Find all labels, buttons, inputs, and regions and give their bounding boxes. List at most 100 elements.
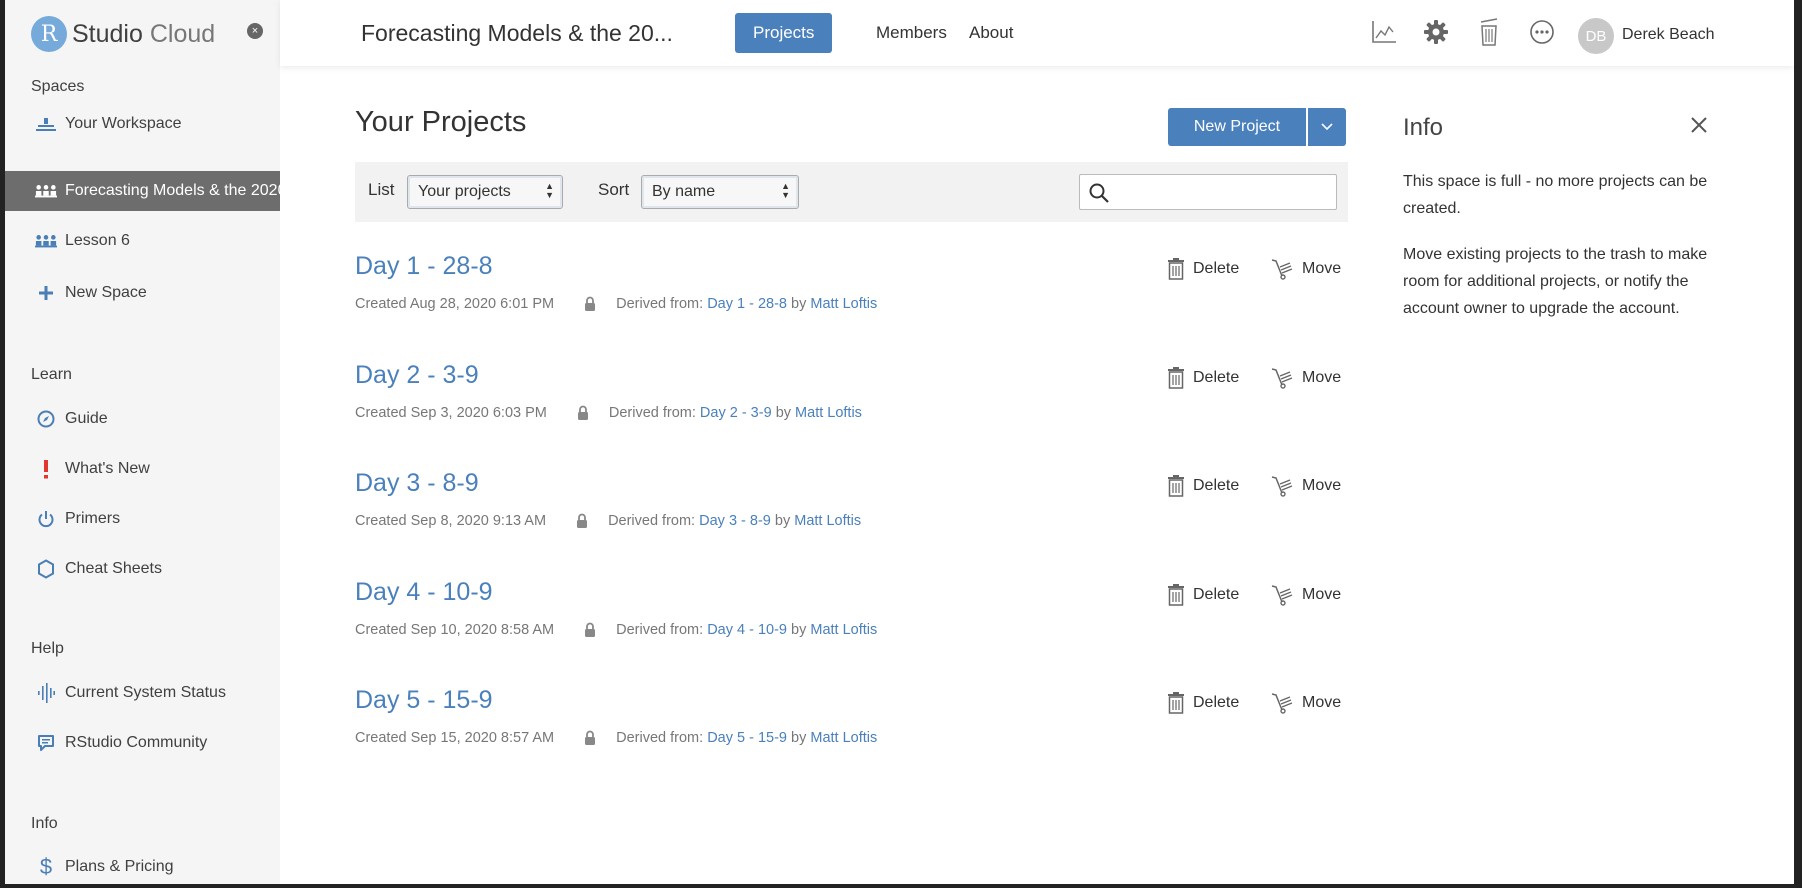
search-input[interactable] bbox=[1079, 174, 1337, 210]
project-meta: Created Aug 28, 2020 6:01 PM Derived fro… bbox=[355, 296, 877, 312]
project-title-link[interactable]: Day 5 - 15-9 bbox=[355, 686, 493, 715]
author-link[interactable]: Matt Loftis bbox=[795, 405, 862, 421]
move-button[interactable]: Move bbox=[1270, 584, 1341, 606]
lock-icon bbox=[584, 296, 596, 312]
sidebar-item-label: Forecasting Models & the 2020 bbox=[65, 182, 280, 199]
delete-button[interactable]: Delete bbox=[1167, 367, 1239, 389]
list-select[interactable]: Your projects ▲ ▼ bbox=[407, 175, 563, 209]
sidebar-item-rstudio-community[interactable]: RStudio Community bbox=[5, 723, 280, 763]
more-options-icon[interactable] bbox=[1527, 17, 1557, 47]
sidebar-item-guide[interactable]: Guide bbox=[5, 399, 280, 439]
move-button[interactable]: Move bbox=[1270, 367, 1341, 389]
dollar-icon: $ bbox=[39, 854, 53, 879]
chevron-down-icon bbox=[1321, 123, 1333, 131]
derived-label: Derived from: bbox=[616, 296, 704, 312]
move-button[interactable]: Move bbox=[1270, 258, 1341, 280]
project-row: Day 1 - 28-8 Created Aug 28, 2020 6:01 P… bbox=[355, 252, 1348, 352]
pulse-icon bbox=[35, 683, 57, 703]
brand[interactable]: R Studio Cloud bbox=[31, 14, 215, 54]
derived-project-link[interactable]: Day 4 - 10-9 bbox=[707, 622, 787, 638]
trash-icon bbox=[1168, 367, 1184, 389]
hand-truck-icon bbox=[1271, 259, 1293, 280]
author-link[interactable]: Matt Loftis bbox=[810, 296, 877, 312]
sidebar-item-label: Your Workspace bbox=[65, 115, 182, 132]
trash-icon[interactable] bbox=[1474, 17, 1504, 47]
user-name[interactable]: Derek Beach bbox=[1622, 26, 1715, 44]
sidebar-item-whats-new[interactable]: What's New bbox=[5, 449, 280, 489]
list-select-value: Your projects bbox=[418, 183, 511, 200]
sidebar-item-forecasting-models[interactable]: Forecasting Models & the 2020 bbox=[5, 171, 280, 211]
delete-button[interactable]: Delete bbox=[1167, 258, 1239, 280]
project-row: Day 2 - 3-9 Created Sep 3, 2020 6:03 PM … bbox=[355, 361, 1348, 461]
move-label: Move bbox=[1302, 477, 1342, 494]
window-edge bbox=[1794, 0, 1802, 888]
lock-icon bbox=[584, 730, 596, 746]
sidebar-item-label: Cheat Sheets bbox=[65, 560, 162, 577]
info-text-full: This space is full - no more projects ca… bbox=[1403, 173, 1708, 217]
top-header: Forecasting Models & the 20... Projects … bbox=[280, 0, 1794, 66]
move-button[interactable]: Move bbox=[1270, 475, 1341, 497]
sidebar: R Studio Cloud × Spaces Your Workspace F… bbox=[0, 0, 280, 888]
new-project-button[interactable]: New Project bbox=[1168, 108, 1306, 146]
by-label: by bbox=[774, 513, 791, 529]
move-button[interactable]: Move bbox=[1270, 692, 1341, 714]
by-label: by bbox=[791, 622, 807, 638]
sidebar-item-new-space[interactable]: New Space bbox=[5, 273, 280, 313]
close-sidebar-icon[interactable]: × bbox=[247, 23, 263, 39]
sidebar-item-lesson-6[interactable]: Lesson 6 bbox=[5, 221, 280, 261]
project-created: Created Aug 28, 2020 6:01 PM bbox=[355, 296, 555, 312]
trash-icon bbox=[1168, 475, 1184, 497]
usage-chart-icon[interactable] bbox=[1369, 17, 1399, 47]
sidebar-item-label: Lesson 6 bbox=[65, 232, 130, 249]
tab-projects[interactable]: Projects bbox=[735, 13, 833, 53]
sidebar-item-label: What's New bbox=[65, 460, 150, 477]
search-icon bbox=[1088, 182, 1110, 209]
project-row: Day 5 - 15-9 Created Sep 15, 2020 8:57 A… bbox=[355, 686, 1348, 786]
author-link[interactable]: Matt Loftis bbox=[810, 730, 877, 746]
delete-button[interactable]: Delete bbox=[1167, 692, 1239, 714]
project-row: Day 4 - 10-9 Created Sep 10, 2020 8:58 A… bbox=[355, 578, 1348, 678]
sidebar-item-plans-pricing[interactable]: $ Plans & Pricing bbox=[5, 847, 280, 887]
project-title-link[interactable]: Day 3 - 8-9 bbox=[355, 469, 479, 498]
space-title: Forecasting Models & the 20... bbox=[361, 20, 673, 46]
delete-label: Delete bbox=[1193, 694, 1240, 711]
sort-select[interactable]: By name ▲ ▼ bbox=[641, 175, 799, 209]
close-info-icon[interactable] bbox=[1687, 113, 1711, 137]
tab-members[interactable]: Members bbox=[858, 13, 965, 53]
by-label: by bbox=[775, 405, 792, 421]
delete-button[interactable]: Delete bbox=[1167, 584, 1239, 606]
move-label: Move bbox=[1302, 694, 1342, 711]
derived-project-link[interactable]: Day 5 - 15-9 bbox=[707, 730, 787, 746]
author-link[interactable]: Matt Loftis bbox=[810, 622, 877, 638]
project-title-link[interactable]: Day 2 - 3-9 bbox=[355, 361, 479, 390]
select-arrows-icon: ▲ ▼ bbox=[545, 181, 554, 200]
sidebar-item-system-status[interactable]: Current System Status bbox=[5, 673, 280, 713]
sort-select-value: By name bbox=[652, 183, 716, 200]
avatar[interactable]: DB bbox=[1578, 18, 1614, 54]
filter-bar: List Your projects ▲ ▼ Sort By name ▲ ▼ bbox=[355, 162, 1348, 222]
derived-project-link[interactable]: Day 3 - 8-9 bbox=[699, 513, 771, 529]
derived-project-link[interactable]: Day 1 - 28-8 bbox=[707, 296, 787, 312]
derived-project-link[interactable]: Day 2 - 3-9 bbox=[700, 405, 772, 421]
move-label: Move bbox=[1302, 369, 1342, 386]
gear-icon[interactable] bbox=[1421, 17, 1451, 47]
project-meta: Created Sep 8, 2020 9:13 AM Derived from… bbox=[355, 513, 861, 529]
group-icon bbox=[35, 184, 57, 198]
project-title-link[interactable]: Day 4 - 10-9 bbox=[355, 578, 493, 607]
group-icon bbox=[35, 234, 57, 248]
tab-about[interactable]: About bbox=[951, 13, 1031, 53]
author-link[interactable]: Matt Loftis bbox=[794, 513, 861, 529]
by-label: by bbox=[791, 730, 807, 746]
sidebar-item-primers[interactable]: Primers bbox=[5, 499, 280, 539]
sidebar-item-label: RStudio Community bbox=[65, 734, 208, 751]
delete-button[interactable]: Delete bbox=[1167, 475, 1239, 497]
sidebar-heading-help: Help bbox=[31, 640, 64, 657]
compass-icon bbox=[35, 410, 57, 428]
project-row: Day 3 - 8-9 Created Sep 8, 2020 9:13 AM … bbox=[355, 469, 1348, 569]
sidebar-item-your-workspace[interactable]: Your Workspace bbox=[5, 104, 280, 144]
sidebar-item-cheat-sheets[interactable]: Cheat Sheets bbox=[5, 549, 280, 589]
project-title-link[interactable]: Day 1 - 28-8 bbox=[355, 252, 493, 281]
delete-label: Delete bbox=[1193, 477, 1240, 494]
new-project-dropdown-button[interactable] bbox=[1308, 108, 1346, 146]
window-edge bbox=[0, 884, 1802, 888]
